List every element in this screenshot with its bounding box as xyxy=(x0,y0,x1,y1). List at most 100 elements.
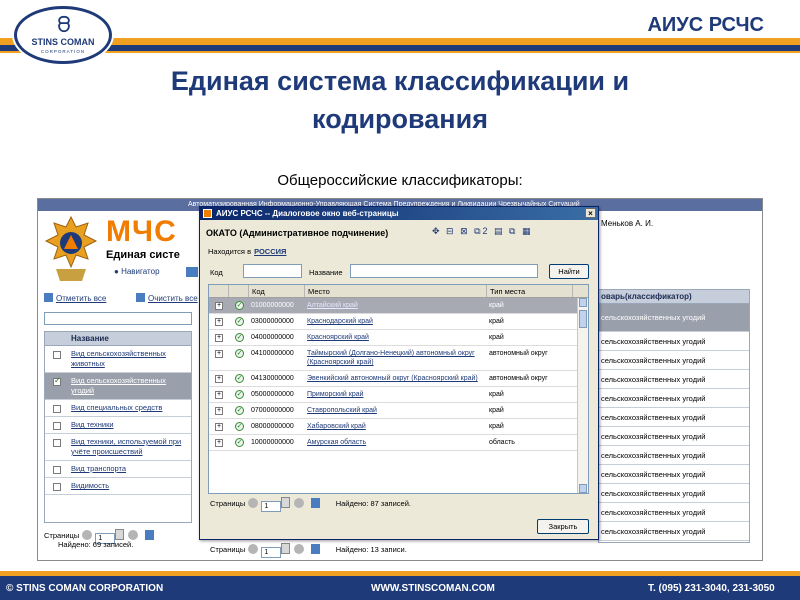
navigator-link[interactable]: ● Навигатор xyxy=(114,267,160,276)
dictionary-row[interactable]: сельскохозяйственных угодий xyxy=(599,332,749,351)
next-page-button[interactable] xyxy=(293,498,304,508)
prev-page-button[interactable] xyxy=(82,530,93,540)
dictionary-row[interactable]: сельскохозяйственных угодий xyxy=(599,446,749,465)
dialog-toolbar[interactable]: ✥ ⊟ ⊠ ⧉2 ▤ ⧉ ▦ xyxy=(432,226,533,237)
clear-all-link[interactable]: Очистить все xyxy=(136,293,198,303)
expand-plus-icon[interactable]: + xyxy=(215,423,223,431)
row-checkbox[interactable] xyxy=(53,405,61,413)
expand-plus-icon[interactable]: + xyxy=(215,375,223,383)
dictionary-row[interactable]: сельскохозяйственных угодий xyxy=(599,304,749,332)
prev-page-button[interactable] xyxy=(248,498,259,508)
prev-page-button[interactable] xyxy=(248,544,259,554)
classifier-row[interactable]: Вид сельскохозяйственных животных xyxy=(45,346,191,373)
page-select[interactable]: 1 xyxy=(261,547,282,558)
classifier-row[interactable]: Вид техники xyxy=(45,417,191,434)
check-circle-icon[interactable]: ✓ xyxy=(235,374,244,383)
classifier-row[interactable]: Вид сельскохозяйственных угодий xyxy=(45,373,191,400)
okato-place-link[interactable]: Таймырский (Долгано-Ненецкий) автономный… xyxy=(307,350,475,366)
dictionary-row[interactable]: сельскохозяйственных угодий xyxy=(599,427,749,446)
check-circle-icon[interactable]: ✓ xyxy=(235,349,244,358)
dictionary-row[interactable]: сельскохозяйственных угодий xyxy=(599,370,749,389)
next-page-button[interactable] xyxy=(127,530,138,540)
chevron-down-icon[interactable] xyxy=(115,529,125,540)
okato-row[interactable]: + ✓ 03000000000 Краснодарский край край xyxy=(209,314,588,330)
row-checkbox[interactable] xyxy=(53,422,61,430)
dictionary-row[interactable]: сельскохозяйственных угодий xyxy=(599,522,749,541)
okato-row[interactable]: + ✓ 05000000000 Приморский край край xyxy=(209,387,588,403)
okato-place-link[interactable]: Ставропольский край xyxy=(307,407,377,414)
column-code[interactable]: Код xyxy=(249,285,305,297)
expand-plus-icon[interactable]: + xyxy=(215,391,223,399)
chevron-down-icon[interactable] xyxy=(281,497,291,508)
dictionary-row[interactable]: сельскохозяйственных угодий xyxy=(599,408,749,427)
scroll-down-button[interactable] xyxy=(579,484,587,493)
close-icon[interactable]: × xyxy=(585,208,596,218)
check-circle-icon[interactable]: ✓ xyxy=(235,438,244,447)
dictionary-row[interactable]: сельскохозяйственных угодий xyxy=(599,351,749,370)
classifier-row[interactable]: Видимость xyxy=(45,478,191,495)
code-input[interactable] xyxy=(243,264,302,278)
check-circle-icon[interactable]: ✓ xyxy=(235,301,244,310)
okato-row[interactable]: + ✓ 08000000000 Хабаровский край край xyxy=(209,419,588,435)
grid-scrollbar[interactable] xyxy=(577,298,588,493)
okato-place-link[interactable]: Красноярский край xyxy=(307,334,369,341)
find-button[interactable]: Найти xyxy=(549,264,589,279)
classifier-name[interactable]: Вид сельскохозяйственных животных xyxy=(71,349,166,368)
okato-place-link[interactable]: Хабаровский край xyxy=(307,423,366,430)
expand-plus-icon[interactable]: + xyxy=(215,350,223,358)
column-place[interactable]: Место xyxy=(305,285,487,297)
row-checkbox[interactable] xyxy=(53,483,61,491)
footer-website[interactable]: WWW.STINSCOMAN.COM xyxy=(371,583,495,594)
okato-row[interactable]: + ✓ 04130000000 Эвенкийский автономный окру… xyxy=(209,371,588,387)
dictionary-row[interactable]: сельскохозяйственных угодий xyxy=(599,465,749,484)
expand-plus-icon[interactable]: + xyxy=(215,302,223,310)
okato-place-link[interactable]: Амурская область xyxy=(307,439,366,446)
select-all-link[interactable]: Отметить все xyxy=(44,293,106,303)
name-input[interactable] xyxy=(350,264,538,278)
expand-plus-icon[interactable]: + xyxy=(215,407,223,415)
location-link[interactable]: РОССИЯ xyxy=(254,247,286,256)
check-circle-icon[interactable]: ✓ xyxy=(235,333,244,342)
export-icon[interactable] xyxy=(144,530,154,540)
classifier-name[interactable]: Вид транспорта xyxy=(71,464,126,473)
okato-place-link[interactable]: Приморский край xyxy=(307,391,364,398)
okato-row[interactable]: + ✓ 04100000000 Таймырский (Долгано-Ненецки… xyxy=(209,346,588,371)
filter-input[interactable] xyxy=(44,312,192,325)
close-button[interactable]: Закрыть xyxy=(537,519,589,534)
dictionary-row[interactable]: сельскохозяйственных угодий xyxy=(599,503,749,522)
dictionary-row[interactable]: сельскохозяйственных угодий xyxy=(599,389,749,408)
expand-plus-icon[interactable]: + xyxy=(215,318,223,326)
okato-place-link[interactable]: Алтайский край xyxy=(307,302,358,309)
row-checkbox[interactable] xyxy=(53,376,61,386)
okato-place-link[interactable]: Краснодарский край xyxy=(307,318,373,325)
check-circle-icon[interactable]: ✓ xyxy=(235,390,244,399)
chevron-down-icon[interactable] xyxy=(281,543,291,554)
expand-plus-icon[interactable]: + xyxy=(215,334,223,342)
okato-row[interactable]: + ✓ 10000000000 Амурская область область xyxy=(209,435,588,451)
row-checkbox[interactable] xyxy=(53,351,61,359)
row-checkbox[interactable] xyxy=(53,466,61,474)
scroll-thumb[interactable] xyxy=(579,310,587,328)
column-type[interactable]: Тип места xyxy=(487,285,573,297)
toolbar-icon[interactable] xyxy=(186,267,198,277)
export-icon[interactable] xyxy=(310,544,320,554)
classifier-name[interactable]: Вид техники, используемой при учёте прои… xyxy=(71,437,181,456)
check-circle-icon[interactable]: ✓ xyxy=(235,406,244,415)
classifier-name[interactable]: Вид техники xyxy=(71,420,114,429)
check-circle-icon[interactable]: ✓ xyxy=(235,422,244,431)
next-page-button[interactable] xyxy=(293,544,304,554)
dictionary-row[interactable]: сельскохозяйственных угодий xyxy=(599,484,749,503)
okato-row[interactable]: + ✓ 01000000000 Алтайский край край xyxy=(209,298,588,314)
row-checkbox[interactable] xyxy=(53,439,61,447)
okato-row[interactable]: + ✓ 04000000000 Красноярский край край xyxy=(209,330,588,346)
classifier-name[interactable]: Вид сельскохозяйственных угодий xyxy=(71,376,166,395)
check-circle-icon[interactable]: ✓ xyxy=(235,317,244,326)
scroll-up-button[interactable] xyxy=(579,298,587,307)
expand-plus-icon[interactable]: + xyxy=(215,439,223,447)
classifier-row[interactable]: Вид транспорта xyxy=(45,461,191,478)
classifier-row[interactable]: Вид специальных средств xyxy=(45,400,191,417)
page-select[interactable]: 1 xyxy=(261,501,282,512)
classifier-name[interactable]: Вид специальных средств xyxy=(71,403,162,412)
export-icon[interactable] xyxy=(310,498,320,508)
classifier-row[interactable]: Вид техники, используемой при учёте прои… xyxy=(45,434,191,461)
